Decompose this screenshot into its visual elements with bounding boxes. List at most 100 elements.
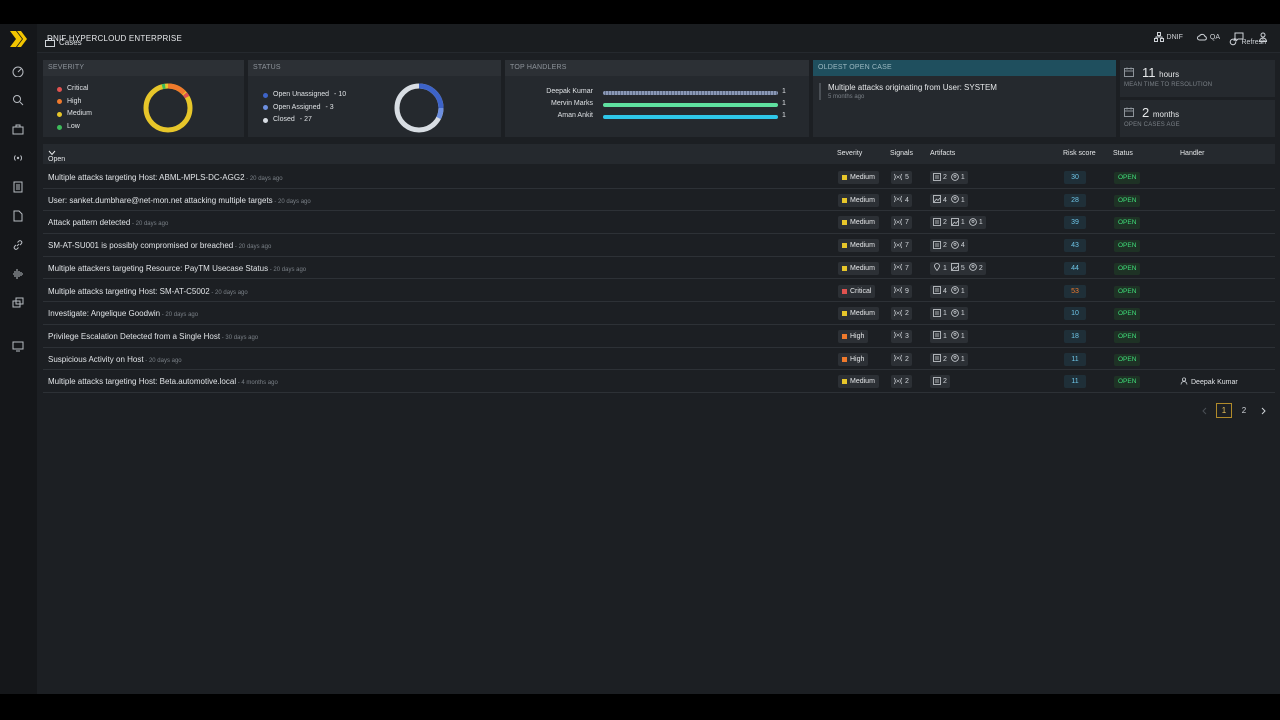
case-title-link[interactable]: Privilege Escalation Detected from a Sin… xyxy=(48,332,258,341)
case-age: - 20 days ago xyxy=(268,266,307,273)
table-row[interactable]: Suspicious Activity on Host - 20 days ag… xyxy=(43,348,1275,371)
signals-badge[interactable]: 5 xyxy=(891,171,912,184)
table-row[interactable]: Multiple attacks targeting Host: Beta.au… xyxy=(43,370,1275,393)
cases-icon[interactable] xyxy=(11,122,25,136)
artifacts-badge[interactable]: 41 xyxy=(930,193,968,207)
status-card: STATUS Open Unassigned - 10 Open Assigned… xyxy=(248,60,501,137)
location-pin-icon xyxy=(933,263,941,273)
severity-badge: Medium xyxy=(838,261,879,275)
artifacts-badge[interactable]: 2 xyxy=(930,375,950,389)
signals-badge[interactable]: 2 xyxy=(891,352,912,366)
severity-badge: Medium xyxy=(838,239,879,253)
signals-badge[interactable]: 2 xyxy=(891,307,912,321)
signals-count: 7 xyxy=(905,264,909,272)
artifact-count: 2 xyxy=(943,355,947,363)
signals-badge[interactable]: 7 xyxy=(891,239,912,253)
dnif-logo[interactable] xyxy=(9,30,29,48)
status-badge: OPEN xyxy=(1114,285,1141,298)
table-row[interactable]: SM-AT-SU001 is possibly compromised or b… xyxy=(43,234,1275,257)
monitor-icon[interactable] xyxy=(11,339,25,353)
case-title-link[interactable]: Attack pattern detected - 20 days ago xyxy=(48,218,168,227)
refresh-button[interactable]: Refresh xyxy=(1229,38,1266,46)
artifacts-badge[interactable]: 1 5 2 xyxy=(930,261,986,275)
column-artifacts[interactable]: Artifacts xyxy=(930,150,955,157)
link-icon[interactable] xyxy=(11,238,25,252)
handler-cell[interactable]: Deepak Kumar xyxy=(1180,377,1238,387)
signals-badge[interactable]: 4 xyxy=(891,193,912,207)
artifact-count: 2 xyxy=(943,174,947,181)
severity-swatch xyxy=(842,243,847,249)
risk-score: 11 xyxy=(1064,375,1086,389)
case-title-link[interactable]: Multiple attacks targeting Host: Beta.au… xyxy=(48,377,278,386)
signals-badge[interactable]: 2 xyxy=(891,375,912,389)
page-2-button[interactable]: 2 xyxy=(1236,403,1252,418)
case-title-link[interactable]: Multiple attacks targeting Host: SM-AT-C… xyxy=(48,287,248,296)
column-risk-score[interactable]: Risk score xyxy=(1063,150,1096,157)
status-badge: OPEN xyxy=(1114,262,1141,275)
column-signals[interactable]: Signals xyxy=(890,150,913,157)
signals-badge[interactable]: 7 xyxy=(891,216,912,230)
search-icon[interactable] xyxy=(11,93,25,107)
severity-badge: Medium xyxy=(838,307,879,321)
artifacts-badge[interactable]: 21 xyxy=(930,352,968,366)
case-title-link[interactable]: Multiple attackers targeting Resource: P… xyxy=(48,264,306,273)
severity-donut[interactable] xyxy=(142,82,194,134)
severity-label: Medium xyxy=(850,196,875,204)
table-row[interactable]: Attack pattern detected - 20 days ago Me… xyxy=(43,211,1275,235)
artifact-user: 1 xyxy=(951,354,965,364)
case-title-link[interactable]: User: sanket.dumbhare@net-mon.net attack… xyxy=(48,196,311,205)
integrations-icon[interactable] xyxy=(11,296,25,310)
case-title-link[interactable]: Multiple attacks targeting Host: ABML-MP… xyxy=(48,173,283,182)
dashboard-icon[interactable] xyxy=(11,64,25,78)
handler-row[interactable]: Aman Ankit 1 xyxy=(505,112,805,124)
status-donut[interactable] xyxy=(393,82,445,134)
table-row[interactable]: Multiple attackers targeting Resource: P… xyxy=(43,257,1275,280)
org-switcher[interactable]: DNIF xyxy=(1153,32,1183,42)
artifacts-badge[interactable]: 21 xyxy=(930,171,968,184)
signals-icon[interactable] xyxy=(11,151,25,165)
user-circle-icon xyxy=(969,263,977,273)
case-title-link[interactable]: SM-AT-SU001 is possibly compromised or b… xyxy=(48,241,271,250)
case-title: Multiple attackers targeting Resource: P… xyxy=(48,263,269,273)
column-severity[interactable]: Severity xyxy=(837,150,862,157)
column-handler[interactable]: Handler xyxy=(1180,150,1205,157)
case-title-link[interactable]: Investigate: Angelique Goodwin - 20 days… xyxy=(48,309,198,318)
artifact-img: 1 xyxy=(951,217,965,228)
signals-badge[interactable]: 9 xyxy=(891,284,912,298)
status-legend-open-assigned: Open Assigned - 3 xyxy=(263,102,346,115)
handler-row[interactable]: Deepak Kumar 1 xyxy=(505,88,805,100)
table-row[interactable]: User: sanket.dumbhare@net-mon.net attack… xyxy=(43,189,1275,212)
prev-page-button[interactable] xyxy=(1196,403,1212,418)
table-row[interactable]: Multiple attacks targeting Host: SM-AT-C… xyxy=(43,280,1275,303)
table-row[interactable]: Multiple attacks targeting Host: ABML-MP… xyxy=(43,166,1275,189)
env-switcher[interactable]: QA xyxy=(1196,32,1220,42)
signals-count: 2 xyxy=(905,378,909,386)
waveform-icon[interactable] xyxy=(11,267,25,281)
artifacts-badge[interactable]: 2 1 1 xyxy=(930,216,986,230)
document-icon xyxy=(933,331,941,341)
artifacts-badge[interactable]: 11 xyxy=(930,307,968,321)
user-circle-icon xyxy=(951,195,959,205)
artifacts-badge[interactable]: 41 xyxy=(930,284,968,298)
signal-icon xyxy=(893,218,903,228)
case-title-link[interactable]: Suspicious Activity on Host - 20 days ag… xyxy=(48,355,182,364)
calendar-icon xyxy=(1124,67,1134,77)
status-badge: OPEN xyxy=(1114,353,1141,366)
table-row[interactable]: Privilege Escalation Detected from a Sin… xyxy=(43,325,1275,348)
document-icon[interactable] xyxy=(11,209,25,223)
severity-label: Medium xyxy=(850,174,875,181)
page-1-button[interactable]: 1 xyxy=(1216,403,1232,418)
status-filter-dropdown[interactable]: Open xyxy=(48,150,65,163)
signals-badge[interactable]: 3 xyxy=(891,329,912,343)
next-page-button[interactable] xyxy=(1256,403,1272,418)
artifact-count: 1 xyxy=(960,310,965,318)
signals-badge[interactable]: 7 xyxy=(891,261,912,275)
signals-count: 5 xyxy=(905,174,909,181)
artifacts-badge[interactable]: 11 xyxy=(930,329,968,343)
oldest-open-case-card[interactable]: OLDEST OPEN CASE Multiple attacks origin… xyxy=(813,60,1116,137)
column-status[interactable]: Status xyxy=(1113,150,1133,157)
artifacts-badge[interactable]: 24 xyxy=(930,239,968,253)
reports-icon[interactable] xyxy=(11,180,25,194)
table-row[interactable]: Investigate: Angelique Goodwin - 20 days… xyxy=(43,302,1275,325)
handler-row[interactable]: Mervin Marks 1 xyxy=(505,100,805,112)
